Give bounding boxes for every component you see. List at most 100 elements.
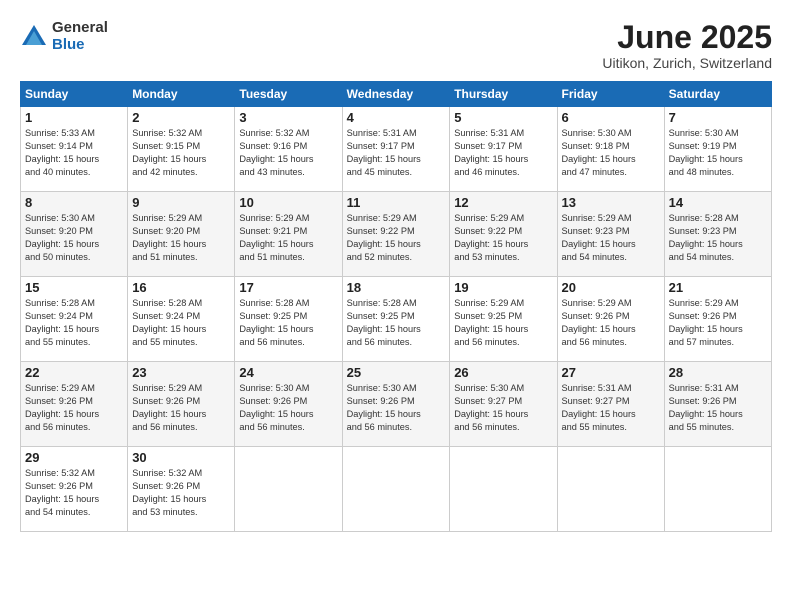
calendar-subtitle: Uitikon, Zurich, Switzerland — [602, 55, 772, 71]
day-info: Sunrise: 5:30 AMSunset: 9:26 PMDaylight:… — [347, 382, 446, 434]
table-row: 23 Sunrise: 5:29 AMSunset: 9:26 PMDayligh… — [128, 362, 235, 447]
table-row: 22 Sunrise: 5:29 AMSunset: 9:26 PMDayligh… — [21, 362, 128, 447]
day-info: Sunrise: 5:29 AMSunset: 9:21 PMDaylight:… — [239, 212, 337, 264]
table-row: 7 Sunrise: 5:30 AMSunset: 9:19 PMDaylight… — [664, 107, 771, 192]
day-number: 11 — [347, 195, 446, 210]
logo-general: General — [52, 20, 108, 37]
logo-text: General Blue — [52, 20, 108, 53]
day-info: Sunrise: 5:29 AMSunset: 9:20 PMDaylight:… — [132, 212, 230, 264]
day-info: Sunrise: 5:29 AMSunset: 9:26 PMDaylight:… — [25, 382, 123, 434]
table-row — [342, 447, 450, 532]
day-info: Sunrise: 5:29 AMSunset: 9:26 PMDaylight:… — [669, 297, 767, 349]
day-number: 19 — [454, 280, 552, 295]
day-number: 29 — [25, 450, 123, 465]
table-row: 17Sunrise: 5:28 AMSunset: 9:25 PMDayligh… — [235, 277, 342, 362]
table-row: 16Sunrise: 5:28 AMSunset: 9:24 PMDayligh… — [128, 277, 235, 362]
day-info: Sunrise: 5:29 AMSunset: 9:22 PMDaylight:… — [454, 212, 552, 264]
table-row: 29 Sunrise: 5:32 AMSunset: 9:26 PMDayligh… — [21, 447, 128, 532]
table-row: 2 Sunrise: 5:32 AMSunset: 9:15 PMDaylight… — [128, 107, 235, 192]
table-row: 19 Sunrise: 5:29 AMSunset: 9:25 PMDayligh… — [450, 277, 557, 362]
day-info: Sunrise: 5:29 AMSunset: 9:22 PMDaylight:… — [347, 212, 446, 264]
table-row: 10 Sunrise: 5:29 AMSunset: 9:21 PMDayligh… — [235, 192, 342, 277]
day-number: 14 — [669, 195, 767, 210]
table-row: 11 Sunrise: 5:29 AMSunset: 9:22 PMDayligh… — [342, 192, 450, 277]
day-info: Sunrise: 5:30 AMSunset: 9:18 PMDaylight:… — [562, 127, 660, 179]
table-row: 12 Sunrise: 5:29 AMSunset: 9:22 PMDayligh… — [450, 192, 557, 277]
header-saturday: Saturday — [664, 82, 771, 107]
table-row: 9 Sunrise: 5:29 AMSunset: 9:20 PMDaylight… — [128, 192, 235, 277]
day-number: 15 — [25, 280, 123, 295]
day-info: Sunrise: 5:32 AMSunset: 9:26 PMDaylight:… — [132, 467, 230, 519]
table-row — [557, 447, 664, 532]
title-block: June 2025 Uitikon, Zurich, Switzerland — [602, 20, 772, 71]
table-row: 14 Sunrise: 5:28 AMSunset: 9:23 PMDayligh… — [664, 192, 771, 277]
table-row: 8Sunrise: 5:30 AMSunset: 9:20 PMDaylight… — [21, 192, 128, 277]
day-number: 1 — [25, 110, 123, 125]
day-info: Sunrise: 5:32 AMSunset: 9:26 PMDaylight:… — [25, 467, 123, 519]
table-row: 1Sunrise: 5:33 AMSunset: 9:14 PMDaylight… — [21, 107, 128, 192]
day-number: 4 — [347, 110, 446, 125]
day-number: 8 — [25, 195, 123, 210]
day-number: 13 — [562, 195, 660, 210]
day-info: Sunrise: 5:30 AMSunset: 9:27 PMDaylight:… — [454, 382, 552, 434]
day-number: 9 — [132, 195, 230, 210]
calendar-table: Sunday Monday Tuesday Wednesday Thursday… — [20, 81, 772, 532]
header-thursday: Thursday — [450, 82, 557, 107]
day-info: Sunrise: 5:28 AMSunset: 9:25 PMDaylight:… — [347, 297, 446, 349]
day-number: 21 — [669, 280, 767, 295]
day-number: 22 — [25, 365, 123, 380]
calendar-week-row: 15 Sunrise: 5:28 AMSunset: 9:24 PMDayligh… — [21, 277, 772, 362]
table-row: 6 Sunrise: 5:30 AMSunset: 9:18 PMDaylight… — [557, 107, 664, 192]
table-row: 20 Sunrise: 5:29 AMSunset: 9:26 PMDayligh… — [557, 277, 664, 362]
table-row — [235, 447, 342, 532]
day-info: Sunrise: 5:28 AMSunset: 9:25 PMDaylight:… — [239, 297, 337, 349]
day-number: 26 — [454, 365, 552, 380]
day-number: 20 — [562, 280, 660, 295]
header-friday: Friday — [557, 82, 664, 107]
day-number: 30 — [132, 450, 230, 465]
day-info: Sunrise: 5:29 AMSunset: 9:26 PMDaylight:… — [132, 382, 230, 434]
table-row: 4Sunrise: 5:31 AMSunset: 9:17 PMDaylight… — [342, 107, 450, 192]
table-row: 3Sunrise: 5:32 AMSunset: 9:16 PMDaylight… — [235, 107, 342, 192]
day-info: Sunrise: 5:29 AMSunset: 9:23 PMDaylight:… — [562, 212, 660, 264]
day-info: Sunrise: 5:31 AMSunset: 9:26 PMDaylight:… — [669, 382, 767, 434]
day-info: Sunrise: 5:30 AMSunset: 9:19 PMDaylight:… — [669, 127, 767, 179]
logo-icon — [20, 23, 48, 51]
calendar-week-row: 22 Sunrise: 5:29 AMSunset: 9:26 PMDayligh… — [21, 362, 772, 447]
table-row: 15 Sunrise: 5:28 AMSunset: 9:24 PMDayligh… — [21, 277, 128, 362]
day-number: 27 — [562, 365, 660, 380]
day-info: Sunrise: 5:30 AMSunset: 9:26 PMDaylight:… — [239, 382, 337, 434]
calendar-title: June 2025 — [602, 20, 772, 55]
day-info: Sunrise: 5:28 AMSunset: 9:23 PMDaylight:… — [669, 212, 767, 264]
day-number: 2 — [132, 110, 230, 125]
header-wednesday: Wednesday — [342, 82, 450, 107]
calendar-week-row: 8Sunrise: 5:30 AMSunset: 9:20 PMDaylight… — [21, 192, 772, 277]
table-row: 27 Sunrise: 5:31 AMSunset: 9:27 PMDayligh… — [557, 362, 664, 447]
day-number: 7 — [669, 110, 767, 125]
header-tuesday: Tuesday — [235, 82, 342, 107]
table-row — [664, 447, 771, 532]
day-info: Sunrise: 5:28 AMSunset: 9:24 PMDaylight:… — [25, 297, 123, 349]
logo: General Blue — [20, 20, 108, 53]
table-row: 5Sunrise: 5:31 AMSunset: 9:17 PMDaylight… — [450, 107, 557, 192]
day-number: 23 — [132, 365, 230, 380]
table-row: 13 Sunrise: 5:29 AMSunset: 9:23 PMDayligh… — [557, 192, 664, 277]
day-info: Sunrise: 5:32 AMSunset: 9:15 PMDaylight:… — [132, 127, 230, 179]
table-row: 24Sunrise: 5:30 AMSunset: 9:26 PMDayligh… — [235, 362, 342, 447]
table-row: 25Sunrise: 5:30 AMSunset: 9:26 PMDayligh… — [342, 362, 450, 447]
calendar-week-row: 1Sunrise: 5:33 AMSunset: 9:14 PMDaylight… — [21, 107, 772, 192]
logo-blue: Blue — [52, 37, 108, 54]
day-number: 3 — [239, 110, 337, 125]
day-number: 10 — [239, 195, 337, 210]
table-row — [450, 447, 557, 532]
day-info: Sunrise: 5:29 AMSunset: 9:25 PMDaylight:… — [454, 297, 552, 349]
table-row: 30 Sunrise: 5:32 AMSunset: 9:26 PMDayligh… — [128, 447, 235, 532]
day-number: 6 — [562, 110, 660, 125]
day-number: 12 — [454, 195, 552, 210]
calendar-header-row: Sunday Monday Tuesday Wednesday Thursday… — [21, 82, 772, 107]
day-info: Sunrise: 5:31 AMSunset: 9:27 PMDaylight:… — [562, 382, 660, 434]
page: General Blue June 2025 Uitikon, Zurich, … — [0, 0, 792, 612]
day-info: Sunrise: 5:29 AMSunset: 9:26 PMDaylight:… — [562, 297, 660, 349]
table-row: 21 Sunrise: 5:29 AMSunset: 9:26 PMDayligh… — [664, 277, 771, 362]
day-number: 18 — [347, 280, 446, 295]
